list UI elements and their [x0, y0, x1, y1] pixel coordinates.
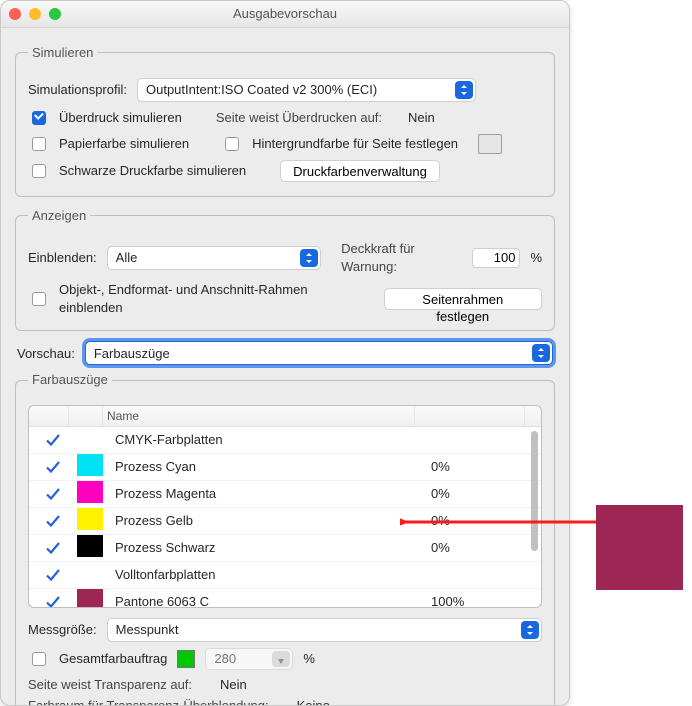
- blackink-checkbox[interactable]: [32, 164, 46, 178]
- frames-label: Objekt-, Endformat- und Anschnitt-Rahmen…: [59, 281, 364, 316]
- row-value: 0%: [427, 539, 541, 557]
- page-transparency-label: Seite weist Transparenz auf:: [28, 676, 192, 694]
- row-visibility-check-icon[interactable]: [45, 432, 61, 448]
- total-ink-value-select[interactable]: 280: [205, 648, 293, 670]
- row-visibility-check-icon[interactable]: [45, 540, 61, 556]
- total-ink-unit: %: [303, 650, 315, 668]
- color-swatch: [77, 481, 103, 503]
- page-transparency-value: Nein: [220, 676, 247, 694]
- color-swatch: [77, 535, 103, 557]
- bgcolor-checkbox[interactable]: [225, 137, 239, 151]
- group-display: Anzeigen Einblenden: Alle Deckkraft für …: [15, 207, 555, 332]
- chevron-down-icon: [272, 651, 290, 667]
- table-row[interactable]: Pantone 6063 C100%: [29, 589, 541, 607]
- row-visibility-check-icon[interactable]: [45, 594, 61, 607]
- overprint-checkbox[interactable]: [32, 111, 46, 125]
- bgcolor-label: Hintergrundfarbe für Seite festlegen: [252, 135, 458, 153]
- chevron-updown-icon: [532, 344, 550, 362]
- scrollbar-thumb[interactable]: [531, 431, 538, 551]
- group-simulate-legend: Simulieren: [28, 44, 97, 62]
- preview-label: Vorschau:: [17, 345, 75, 363]
- papercolor-label: Papierfarbe simulieren: [59, 135, 189, 153]
- sample-size-label: Messgröße:: [28, 621, 97, 639]
- zoom-icon[interactable]: [49, 8, 61, 20]
- color-swatch: [77, 508, 103, 530]
- row-value: 0%: [427, 512, 541, 530]
- opacity-input[interactable]: [472, 248, 520, 268]
- preview-value: Farbauszüge: [94, 345, 170, 363]
- group-separations-legend: Farbauszüge: [28, 371, 112, 389]
- blackink-label: Schwarze Druckfarbe simulieren: [59, 162, 246, 180]
- table-body: CMYK-FarbplattenProzess Cyan0%Prozess Ma…: [29, 427, 541, 607]
- opacity-unit: %: [530, 249, 542, 267]
- row-visibility-check-icon[interactable]: [45, 459, 61, 475]
- show-select[interactable]: Alle: [107, 246, 321, 270]
- row-visibility-check-icon[interactable]: [45, 567, 61, 583]
- group-simulate: Simulieren Simulationsprofil: OutputInte…: [15, 44, 555, 197]
- table-header: Name: [29, 406, 541, 427]
- page-overprint-label: Seite weist Überdrucken auf:: [216, 109, 382, 127]
- annotation-color-swatch: [596, 505, 683, 590]
- preview-select[interactable]: Farbauszüge: [85, 341, 553, 365]
- page-overprint-value: Nein: [408, 109, 435, 127]
- table-row[interactable]: Prozess Cyan0%: [29, 454, 541, 481]
- simulation-profile-value: OutputIntent:ISO Coated v2 300% (ECI): [146, 81, 377, 99]
- simulation-profile-label: Simulationsprofil:: [28, 81, 127, 99]
- frames-checkbox[interactable]: [32, 292, 46, 306]
- row-visibility-check-icon[interactable]: [45, 486, 61, 502]
- minimize-icon[interactable]: [29, 8, 41, 20]
- row-value: 100%: [427, 593, 541, 607]
- total-ink-label: Gesamtfarbauftrag: [59, 650, 167, 668]
- window-title: Ausgabevorschau: [61, 5, 509, 23]
- papercolor-checkbox[interactable]: [32, 137, 46, 151]
- sample-size-select[interactable]: Messpunkt: [107, 618, 542, 642]
- row-name: Prozess Schwarz: [111, 539, 427, 557]
- table-row[interactable]: Prozess Gelb0%: [29, 508, 541, 535]
- simulation-profile-select[interactable]: OutputIntent:ISO Coated v2 300% (ECI): [137, 78, 476, 102]
- table-row[interactable]: Volltonfarbplatten: [29, 562, 541, 589]
- row-name: Prozess Cyan: [111, 458, 427, 476]
- table-row[interactable]: Prozess Schwarz0%: [29, 535, 541, 562]
- window-controls: [9, 8, 61, 20]
- row-name: Volltonfarbplatten: [111, 566, 427, 584]
- bgcolor-swatch-button[interactable]: [478, 134, 502, 154]
- ink-management-button[interactable]: Druckfarbenverwaltung: [280, 160, 440, 182]
- group-separations: Farbauszüge Name CMYK-Farbplatten Prozess…: [15, 371, 555, 706]
- row-value: 0%: [427, 458, 541, 476]
- total-ink-color-chip[interactable]: [177, 650, 195, 668]
- row-name: CMYK-Farbplatten: [111, 431, 427, 449]
- show-value: Alle: [116, 249, 138, 267]
- show-label: Einblenden:: [28, 249, 97, 267]
- total-ink-checkbox[interactable]: [32, 652, 46, 666]
- page-frames-button[interactable]: Seitenrahmen festlegen: [384, 288, 542, 310]
- sample-size-value: Messpunkt: [116, 621, 179, 639]
- titlebar: Ausgabevorschau: [1, 1, 569, 28]
- group-display-legend: Anzeigen: [28, 207, 90, 225]
- column-header-name[interactable]: Name: [103, 406, 415, 426]
- color-swatch: [77, 454, 103, 476]
- chevron-updown-icon: [455, 81, 473, 99]
- chevron-updown-icon: [300, 249, 318, 267]
- row-visibility-check-icon[interactable]: [45, 513, 61, 529]
- close-icon[interactable]: [9, 8, 21, 20]
- row-value: 0%: [427, 485, 541, 503]
- table-row[interactable]: Prozess Magenta0%: [29, 481, 541, 508]
- row-name: Pantone 6063 C: [111, 593, 427, 607]
- window-content: Simulieren Simulationsprofil: OutputInte…: [1, 28, 569, 706]
- table-row[interactable]: CMYK-Farbplatten: [29, 427, 541, 454]
- separations-table: Name CMYK-FarbplattenProzess Cyan0%Proze…: [28, 405, 542, 608]
- color-swatch: [77, 589, 103, 607]
- total-ink-value: 280: [214, 650, 236, 668]
- chevron-updown-icon: [521, 621, 539, 639]
- row-name: Prozess Magenta: [111, 485, 427, 503]
- opacity-label: Deckkraft für Warnung:: [341, 240, 462, 275]
- output-preview-window: Ausgabevorschau Simulieren Simulationspr…: [0, 0, 570, 706]
- row-name: Prozess Gelb: [111, 512, 427, 530]
- overprint-label: Überdruck simulieren: [59, 109, 182, 127]
